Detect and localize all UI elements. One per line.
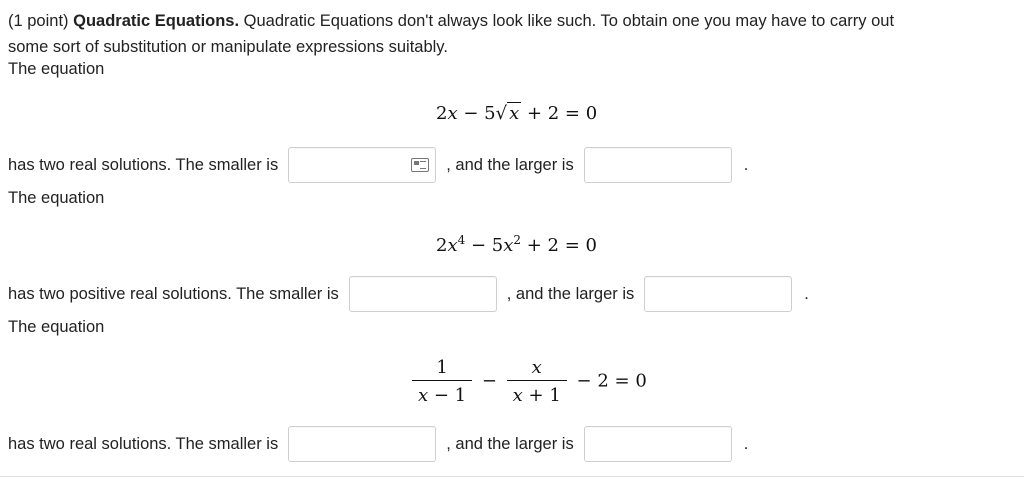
answer-prompt-3: has two real solutions. The smaller is — [8, 434, 279, 453]
larger-answer-input-1[interactable] — [583, 147, 732, 183]
equation-lead-3: The equation — [8, 318, 105, 336]
equation-lead-1: The equation — [8, 60, 105, 78]
larger-answer-input-2[interactable] — [644, 276, 793, 312]
intro-text: Quadratic Equations don't always look li… — [243, 12, 895, 30]
equation-lead-2: The equation — [8, 189, 105, 207]
equation-2: 2x4 − 5x2 + 2 = 0 — [436, 233, 597, 256]
answer-middle-2: , and the larger is — [506, 284, 635, 303]
intro-text-2: some sort of substitution or manipulate … — [8, 38, 448, 56]
answer-end-2: . — [804, 284, 809, 303]
problem-title: Quadratic Equations. — [73, 12, 240, 30]
answer-middle-1: , and the larger is — [446, 155, 574, 174]
larger-answer-input-3[interactable] — [583, 426, 732, 462]
answer-prompt-1: has two real solutions. The smaller is — [8, 155, 279, 174]
points-label: (1 point) — [8, 12, 69, 30]
smaller-answer-input-2[interactable] — [348, 276, 497, 312]
answer-row-2: has two positive real solutions. The sma… — [8, 275, 809, 313]
answer-middle-3: , and the larger is — [446, 434, 574, 453]
answer-row-1: has two real solutions. The smaller is ,… — [8, 146, 748, 184]
bottom-divider — [0, 476, 1024, 477]
smaller-answer-input-1[interactable] — [288, 147, 437, 183]
answer-end-3: . — [743, 434, 749, 453]
answer-prompt-2: has two positive real solutions. The sma… — [8, 284, 339, 303]
problem-intro: (1 point) Quadratic Equations. Quadratic… — [8, 8, 1008, 60]
answer-row-3: has two real solutions. The smaller is ,… — [8, 425, 748, 463]
keyboard-preview-icon[interactable] — [411, 158, 430, 172]
equation-3: 1x − 1 − xx + 1 − 2 = 0 — [408, 357, 647, 406]
smaller-answer-input-3[interactable] — [288, 426, 437, 462]
equation-1: 2x − 5√ x + 2 = 0 — [436, 102, 598, 124]
answer-end-1: . — [743, 155, 749, 174]
